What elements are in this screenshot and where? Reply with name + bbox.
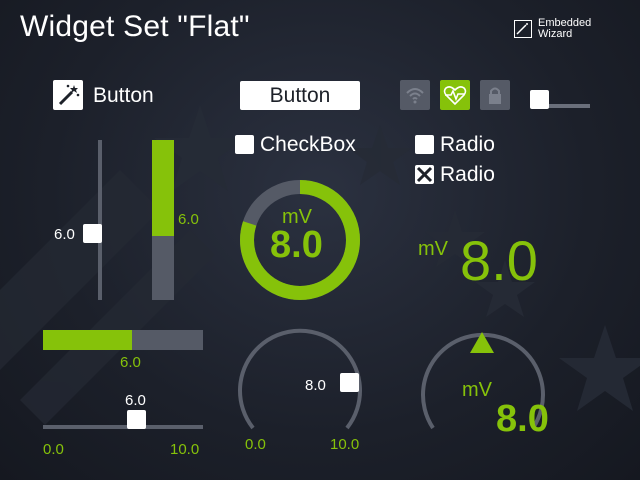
rotary-knob-min-label: 0.0 [245,436,266,453]
magic-wand-button[interactable] [53,80,83,110]
push-button[interactable]: Button [240,81,360,110]
radio-button-1[interactable] [415,135,434,154]
vertical-slider-track[interactable] [98,140,102,300]
arc-gauge-unit: mV [462,379,492,401]
arc-gauge-value: 8.0 [496,398,549,440]
page-title: Widget Set "Flat" [20,10,250,43]
logo-text: Embedded Wizard [538,18,591,40]
horizontal-bar-fill [43,330,132,350]
horizontal-slider-max-label: 10.0 [170,441,200,458]
radio-label-2[interactable]: Radio [440,163,495,187]
wifi-icon [406,88,424,104]
vertical-bar-value: 6.0 [178,211,199,228]
wifi-toggle-button[interactable] [400,80,430,110]
horizontal-slider-value: 6.0 [125,392,146,409]
magic-wand-icon [58,84,80,106]
heartbeat-icon [443,86,467,106]
icon-button-label[interactable]: Button [93,84,154,108]
ring-gauge-value: 8.0 [270,224,323,266]
radio-label-1[interactable]: Radio [440,133,495,157]
vertical-slider-thumb[interactable] [83,224,102,243]
lock-icon [489,87,501,104]
checkbox-label[interactable]: CheckBox [260,133,356,157]
radio-button-2[interactable] [415,165,434,184]
vertical-slider-value: 6.0 [54,226,75,243]
digital-display-value: 8.0 [460,229,538,292]
horizontal-slider-thumb[interactable] [127,410,146,429]
horizontal-slider-min-label: 0.0 [43,441,64,458]
vertical-bar-fill [152,140,174,236]
top-slider-thumb[interactable] [530,90,549,109]
logo-text-line2: Wizard [538,28,573,40]
magic-wand-logo-icon [514,20,532,38]
horizontal-bar-value: 6.0 [120,354,141,371]
checkbox[interactable] [235,135,254,154]
horizontal-slider-track[interactable] [43,425,203,429]
embedded-wizard-logo: Embedded Wizard [514,18,614,42]
digital-display-unit: mV [418,238,448,260]
rotary-knob-value: 8.0 [305,377,326,394]
heartbeat-toggle-button[interactable] [440,80,470,110]
rotary-knob-max-label: 10.0 [330,436,360,453]
lock-toggle-button[interactable] [480,80,510,110]
arc-gauge-needle-icon [470,332,494,353]
checkmark-x-icon [416,166,433,183]
rotary-knob-thumb[interactable] [340,373,359,392]
